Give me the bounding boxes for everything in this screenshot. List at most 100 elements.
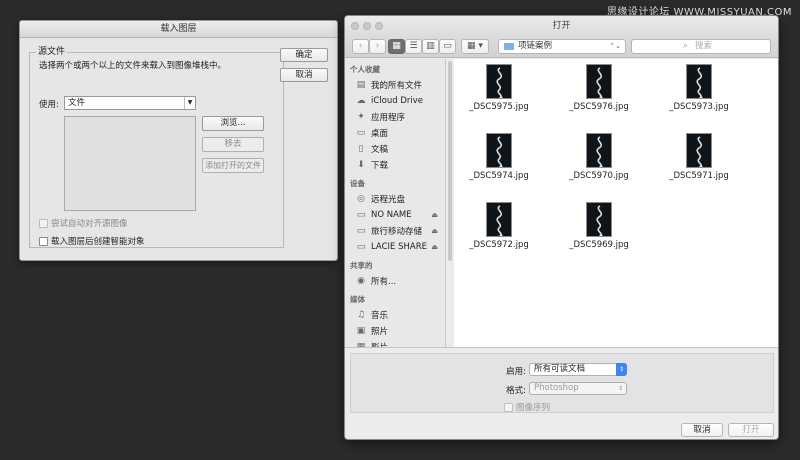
image-sequence-checkbox[interactable]: 图像序列 [504, 401, 550, 413]
documents-icon: ▯ [358, 144, 364, 154]
auto-align-label: 尝试自动对齐源图像 [51, 219, 128, 229]
file-item[interactable]: _DSC5976.jpg [554, 64, 644, 112]
file-thumbnail [586, 64, 612, 99]
file-grid: _DSC5975.jpg _DSC5976.jpg _DSC5973.jpg _… [454, 59, 778, 347]
source-file-list[interactable] [64, 116, 196, 211]
browse-button[interactable]: 浏览... [202, 116, 264, 131]
location-value: 项链案例 [518, 41, 553, 51]
open-button[interactable]: 打开 [728, 423, 774, 437]
source-files-group-title: 源文件 [36, 44, 68, 57]
file-item[interactable]: _DSC5975.jpg [454, 64, 544, 112]
finder-toolbar: ‹ › ▦ ☰ ▥ ▭ ▦ ▾ 项链案例 ⌃⌄ ⌕ 搜索 [345, 36, 778, 58]
file-name: _DSC5976.jpg [569, 102, 629, 112]
file-thumbnail [586, 202, 612, 237]
sidebar-item-label: 照片 [371, 327, 389, 337]
close-window-button[interactable] [351, 22, 359, 30]
eject-icon[interactable]: ⏏ [431, 227, 438, 235]
file-item[interactable]: _DSC5974.jpg [454, 133, 544, 181]
open-dialog-titlebar: 打开 [345, 16, 778, 36]
file-item[interactable]: _DSC5973.jpg [654, 64, 744, 112]
sidebar-item-music[interactable]: ♫ 音乐 [345, 307, 445, 323]
sidebar-item-applications[interactable]: ✦ 应用程序 [345, 109, 445, 125]
network-icon: ◉ [357, 276, 365, 286]
file-name: _DSC5973.jpg [669, 102, 729, 112]
format-label: 格式: [506, 386, 526, 396]
sidebar-item-label: 文稿 [371, 145, 389, 155]
desktop-icon: ▭ [356, 128, 366, 138]
smart-object-checkbox[interactable]: 载入图层后创建智能对象 [39, 235, 145, 247]
cancel-button[interactable]: 取消 [280, 68, 328, 82]
enable-label: 启用: [506, 367, 526, 377]
sidebar-item-label: 音乐 [371, 311, 389, 321]
file-name: _DSC5969.jpg [569, 240, 629, 250]
sidebar-section-media: 媒体 [350, 295, 365, 304]
file-name: _DSC5972.jpg [469, 240, 529, 250]
use-select[interactable]: 文件 ▼ [64, 96, 196, 110]
sidebar-item-movies[interactable]: ▦ 影片 [345, 339, 445, 347]
use-label: 使用: [39, 100, 59, 110]
options-panel: 启用: 所有可读文档 ⇕ 格式: Photoshop ⇕ 图像序列 [350, 353, 774, 413]
file-thumbnail [586, 133, 612, 168]
sidebar-item-remote-disc[interactable]: ◎ 远程光盘 [345, 191, 445, 207]
all-files-icon: ▤ [356, 80, 366, 90]
sidebar-item-all-files[interactable]: ▤ 我的所有文件 [345, 77, 445, 93]
sidebar-item-label: 所有... [371, 277, 397, 287]
search-field[interactable]: ⌕ 搜索 [631, 39, 771, 54]
forward-button[interactable]: › [369, 39, 386, 54]
format-select[interactable]: Photoshop ⇕ [529, 382, 627, 395]
sidebar-item-travel-storage[interactable]: ▭ 旅行移动存储 ⏏ [345, 223, 445, 239]
zoom-window-button[interactable] [375, 22, 383, 30]
drive-icon: ▭ [356, 242, 366, 252]
arrange-button[interactable]: ▦ ▾ [461, 39, 489, 54]
sidebar-scrollbar[interactable] [448, 61, 452, 261]
file-item[interactable]: _DSC5971.jpg [654, 133, 744, 181]
drive-icon: ▭ [356, 210, 366, 220]
file-thumbnail [686, 133, 712, 168]
sidebar-item-icloud-drive[interactable]: ☁ iCloud Drive [345, 93, 445, 109]
sidebar-item-all-shared[interactable]: ◉ 所有... [345, 273, 445, 289]
sidebar-item-no-name[interactable]: ▭ NO NAME ⏏ [345, 207, 445, 223]
sidebar-item-label: 桌面 [371, 129, 389, 139]
eject-icon[interactable]: ⏏ [431, 243, 438, 251]
icon-view-button[interactable]: ▦ [388, 39, 405, 54]
file-item[interactable]: _DSC5970.jpg [554, 133, 644, 181]
sidebar-item-photos[interactable]: ▣ 照片 [345, 323, 445, 339]
finder-sidebar: 个人收藏 ▤ 我的所有文件 ☁ iCloud Drive ✦ 应用程序 ▭ 桌面… [345, 59, 446, 347]
checkbox-box [39, 236, 48, 246]
back-button[interactable]: ‹ [352, 39, 369, 54]
sidebar-section-favorites: 个人收藏 [350, 65, 380, 74]
sidebar-item-documents[interactable]: ▯ 文稿 [345, 141, 445, 157]
folder-icon [504, 43, 514, 50]
sidebar-item-label: 下载 [371, 161, 389, 171]
add-open-files-button[interactable]: 添加打开的文件 [202, 158, 264, 173]
file-item[interactable]: _DSC5969.jpg [554, 202, 644, 250]
location-popup[interactable]: 项链案例 ⌃⌄ [498, 39, 626, 54]
minimize-window-button[interactable] [363, 22, 371, 30]
sidebar-item-desktop[interactable]: ▭ 桌面 [345, 125, 445, 141]
open-cancel-button[interactable]: 取消 [681, 423, 723, 437]
file-item[interactable]: _DSC5972.jpg [454, 202, 544, 250]
list-view-button[interactable]: ☰ [405, 39, 422, 54]
remove-button[interactable]: 移去 [202, 137, 264, 152]
checkbox-box [39, 218, 48, 228]
drive-icon: ▭ [356, 226, 366, 236]
sidebar-item-lacie-share[interactable]: ▭ LACIE SHARE ⏏ [345, 239, 445, 255]
auto-align-checkbox[interactable]: 尝试自动对齐源图像 [39, 217, 128, 229]
photos-icon: ▣ [356, 326, 366, 336]
sidebar-item-label: 远程光盘 [371, 195, 406, 205]
file-name: _DSC5970.jpg [569, 171, 629, 181]
file-thumbnail [486, 133, 512, 168]
sidebar-item-label: iCloud Drive [371, 96, 424, 106]
updown-arrows-icon: ⌃⌄ [609, 42, 621, 50]
enable-select[interactable]: 所有可读文档 ⇕ [529, 363, 627, 376]
file-name: _DSC5971.jpg [669, 171, 729, 181]
coverflow-view-button[interactable]: ▭ [439, 39, 456, 54]
eject-icon[interactable]: ⏏ [431, 211, 438, 219]
file-name: _DSC5975.jpg [469, 102, 529, 112]
sidebar-item-downloads[interactable]: ⬇ 下载 [345, 157, 445, 173]
column-view-button[interactable]: ▥ [422, 39, 439, 54]
file-thumbnail [486, 64, 512, 99]
sidebar-section-shared: 共享的 [350, 261, 373, 270]
ok-button[interactable]: 确定 [280, 48, 328, 62]
search-icon: ⌕ [683, 41, 689, 51]
